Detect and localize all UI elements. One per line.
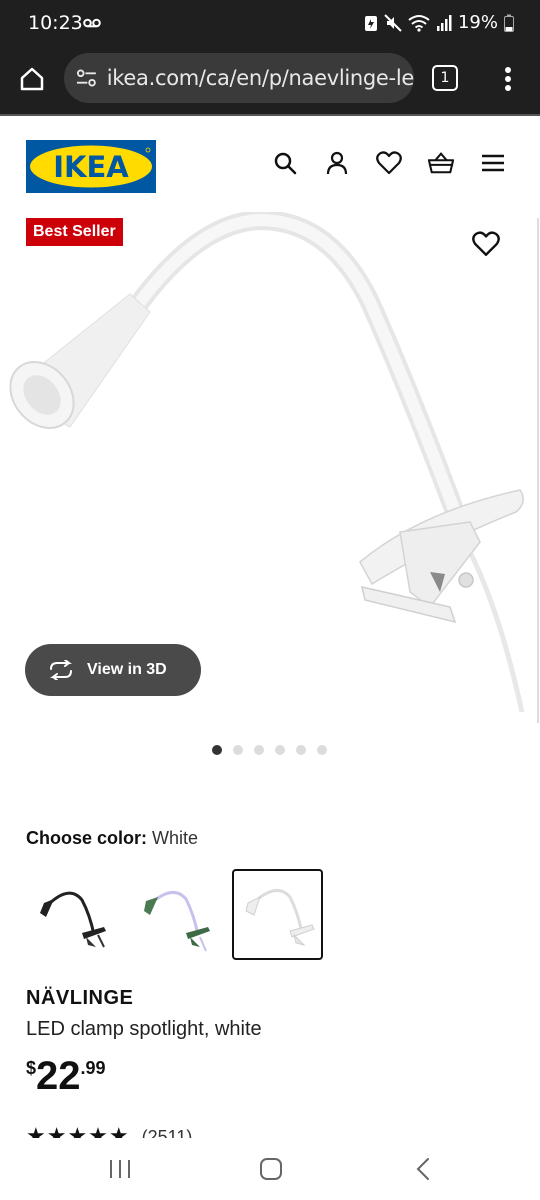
carousel-dot[interactable] — [233, 745, 243, 755]
account-button[interactable] — [324, 150, 350, 176]
ikea-logo[interactable]: IKEA — [26, 140, 156, 193]
favourites-button[interactable] — [376, 150, 402, 176]
color-chooser-label: Choose color: White — [26, 828, 198, 849]
battery-percent: 19% — [457, 12, 498, 33]
cart-button[interactable] — [428, 150, 454, 176]
price-decimal: .99 — [80, 1058, 106, 1078]
green-lamp-thumbnail — [143, 890, 210, 951]
status-icons: 19% — [364, 12, 514, 33]
mute-icon — [384, 13, 402, 32]
battery-icon — [504, 14, 514, 32]
header-icons — [272, 150, 506, 176]
tab-switcher-button[interactable]: 1 — [432, 65, 458, 91]
home-button[interactable] — [14, 61, 50, 97]
rating-stars: ★★★★★ — [26, 1126, 130, 1138]
white-lamp-thumbnail — [244, 888, 315, 946]
wifi-icon — [408, 14, 430, 32]
hamburger-icon — [482, 154, 504, 172]
logo-text: IKEA — [53, 150, 129, 184]
product-price: $22.99 — [26, 1054, 106, 1099]
shopping-bag-icon — [428, 152, 454, 174]
product-rating[interactable]: ★★★★★ (2511) — [26, 1126, 192, 1138]
heart-icon — [376, 151, 402, 175]
browser-toolbar: ikea.com/ca/en/p/naevlinge-le 1 — [0, 48, 540, 114]
carousel-dot[interactable] — [254, 745, 264, 755]
carousel-dot[interactable] — [212, 745, 222, 755]
status-bar: 10:23 19% — [0, 0, 540, 48]
address-bar[interactable]: ikea.com/ca/en/p/naevlinge-le — [64, 53, 414, 103]
best-seller-badge: Best Seller — [26, 218, 123, 246]
selected-color-value: White — [152, 828, 199, 848]
status-time: 10:23 — [28, 12, 83, 34]
search-icon — [274, 152, 297, 175]
image-carousel-dots[interactable] — [212, 745, 327, 755]
carousel-dot[interactable] — [296, 745, 306, 755]
site-header: IKEA — [0, 116, 540, 212]
product-name: NÄVLINGE — [26, 987, 134, 1009]
view-in-3d-button[interactable]: View in 3D — [25, 644, 201, 696]
recents-button[interactable] — [108, 1158, 132, 1180]
site-settings-icon[interactable] — [76, 68, 97, 88]
battery-saver-icon — [364, 15, 377, 31]
browser-menu-button[interactable] — [496, 62, 520, 96]
search-button[interactable] — [272, 150, 298, 176]
color-option-green[interactable] — [128, 869, 219, 960]
carousel-dot[interactable] — [317, 745, 327, 755]
carousel-dot[interactable] — [275, 745, 285, 755]
voicemail-icon — [83, 18, 101, 28]
rotate-3d-icon — [50, 660, 72, 680]
system-navigation-bar — [0, 1138, 540, 1200]
color-swatches — [24, 869, 323, 960]
color-option-black[interactable] — [24, 869, 115, 960]
url-text: ikea.com/ca/en/p/naevlinge-le — [106, 66, 414, 90]
system-home-button[interactable] — [259, 1157, 283, 1181]
gallery-edge — [537, 218, 539, 723]
home-icon — [20, 67, 44, 91]
review-count: (2511) — [141, 1127, 193, 1138]
menu-button[interactable] — [480, 150, 506, 176]
more-vert-icon — [505, 67, 511, 91]
back-button[interactable] — [414, 1157, 432, 1181]
color-option-white[interactable] — [232, 869, 323, 960]
black-lamp-thumbnail — [39, 891, 106, 947]
price-integer: 22 — [36, 1054, 81, 1098]
view-in-3d-label: View in 3D — [87, 661, 167, 678]
signal-icon — [436, 14, 452, 31]
user-icon — [326, 151, 348, 175]
product-description: LED clamp spotlight, white — [26, 1018, 262, 1040]
price-currency: $ — [26, 1058, 37, 1078]
product-image-gallery[interactable]: Best Seller View in 3D — [0, 212, 540, 722]
save-favourite-button[interactable] — [472, 230, 500, 258]
choose-color-label: Choose color: — [26, 828, 148, 848]
